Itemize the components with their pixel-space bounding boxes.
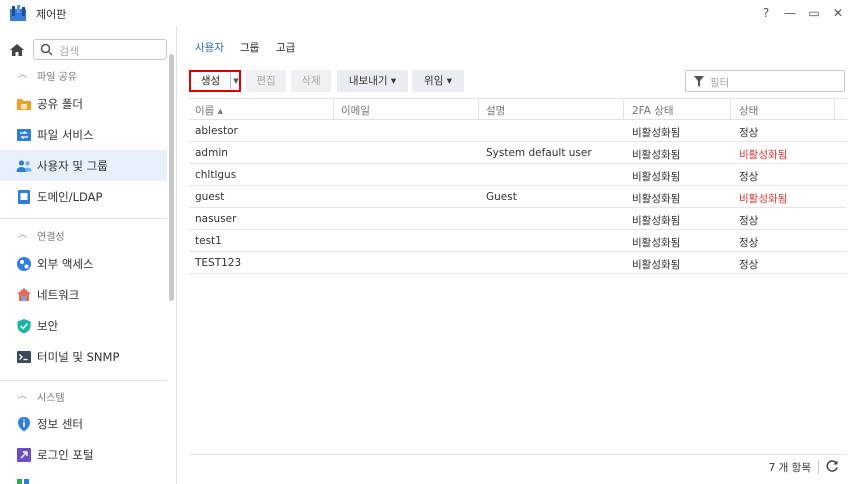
tab-advanced[interactable]: 고급 bbox=[276, 40, 295, 55]
toolbar: 생성 ▼ 편집 삭제 내보내기 ▾ 위임 ▾ 필터 bbox=[189, 70, 849, 92]
table-header: 이름 ▴ 이메일 설명 2FA 상태 상태 bbox=[189, 98, 847, 120]
sidebar-search-input[interactable]: 검색 bbox=[33, 39, 167, 60]
table-row[interactable]: nasuser 비활성화됨 정상 bbox=[189, 208, 847, 230]
filter-icon bbox=[694, 76, 704, 87]
file-services-icon bbox=[17, 129, 31, 141]
delete-button[interactable]: 삭제 bbox=[291, 70, 331, 92]
terminal-icon bbox=[17, 351, 31, 363]
filter-input[interactable]: 필터 bbox=[685, 70, 845, 92]
sidebar-item-shared-folder[interactable]: 공유 폴더 bbox=[0, 88, 167, 119]
sidebar-item-info-center[interactable]: 정보 센터 bbox=[0, 408, 167, 439]
column-header-name[interactable]: 이름 ▴ bbox=[195, 103, 223, 118]
close-button[interactable]: ✕ bbox=[828, 3, 848, 23]
window-title: 제어판 bbox=[36, 8, 67, 21]
sidebar-item-external-access[interactable]: 외부 액세스 bbox=[0, 248, 167, 279]
tab-users[interactable]: 사용자 bbox=[195, 40, 224, 55]
chevron-down-icon[interactable]: ▼ bbox=[232, 73, 240, 89]
domain-ldap-icon bbox=[18, 190, 30, 204]
table-row[interactable]: TEST123 비활성화됨 정상 bbox=[189, 252, 847, 274]
help-button[interactable]: ? bbox=[756, 3, 776, 23]
column-separator[interactable] bbox=[478, 99, 479, 120]
sidebar: 검색 ︿ 파일 공유 공유 폴더 파일 서비스 사용자 및 그룹 도메인/LDA… bbox=[0, 26, 177, 484]
tab-groups[interactable]: 그룹 bbox=[240, 40, 259, 55]
filter-placeholder: 필터 bbox=[710, 77, 730, 89]
network-icon bbox=[17, 288, 31, 301]
minimize-button[interactable]: — bbox=[780, 3, 800, 23]
sidebar-item-users-groups[interactable]: 사용자 및 그룹 bbox=[0, 150, 167, 181]
maximize-button[interactable]: ▭ bbox=[804, 3, 824, 23]
sidebar-item-file-services[interactable]: 파일 서비스 bbox=[0, 119, 167, 150]
column-header-description[interactable]: 설명 bbox=[486, 103, 505, 118]
users-groups-icon bbox=[16, 160, 32, 172]
column-header-2fa-status[interactable]: 2FA 상태 bbox=[632, 103, 674, 118]
delegate-button[interactable]: 위임 ▾ bbox=[412, 70, 464, 92]
sidebar-section-connectivity[interactable]: ︿ 연결성 bbox=[0, 225, 176, 245]
create-button-group: 생성 ▼ bbox=[189, 70, 241, 92]
table-row[interactable]: chltlgus 비활성화됨 정상 bbox=[189, 164, 847, 186]
edit-button[interactable]: 편집 bbox=[246, 70, 286, 92]
table-row[interactable]: admin System default user 비활성화됨 비활성화됨 bbox=[189, 142, 847, 164]
table-row[interactable]: test1 비활성화됨 정상 bbox=[189, 230, 847, 252]
sidebar-divider bbox=[0, 380, 167, 381]
column-separator[interactable] bbox=[333, 99, 334, 120]
home-icon[interactable] bbox=[6, 40, 28, 60]
button-divider bbox=[230, 73, 231, 89]
chevron-up-icon: ︿ bbox=[18, 70, 28, 80]
sidebar-item-login-portal[interactable]: 로그인 포털 bbox=[0, 439, 167, 470]
column-separator[interactable] bbox=[623, 99, 624, 120]
users-table: 이름 ▴ 이메일 설명 2FA 상태 상태 ablestor 비활성화됨 정상 … bbox=[189, 98, 847, 476]
column-separator[interactable] bbox=[834, 99, 835, 120]
table-row[interactable]: guest Guest 비활성화됨 비활성화됨 bbox=[189, 186, 847, 208]
create-button[interactable]: 생성 bbox=[192, 73, 229, 89]
refresh-icon[interactable] bbox=[825, 459, 839, 473]
shield-icon bbox=[17, 319, 31, 334]
partial-sidebar-icon bbox=[17, 479, 29, 484]
sidebar-divider bbox=[0, 218, 167, 219]
sidebar-section-file-sharing[interactable]: ︿ 파일 공유 bbox=[0, 65, 176, 85]
column-header-email[interactable]: 이메일 bbox=[341, 103, 370, 118]
login-portal-icon bbox=[17, 448, 31, 462]
sidebar-item-security[interactable]: 보안 bbox=[0, 310, 167, 341]
title-bar: 제어판 ? — ▭ ✕ bbox=[0, 0, 858, 26]
item-count: 7 개 항목 bbox=[768, 462, 811, 474]
folder-share-icon bbox=[17, 99, 31, 110]
chevron-up-icon: ︿ bbox=[18, 230, 28, 240]
sidebar-section-system[interactable]: ︿ 시스템 bbox=[0, 386, 176, 406]
column-header-status[interactable]: 상태 bbox=[739, 103, 758, 118]
search-icon bbox=[40, 43, 53, 56]
export-button[interactable]: 내보내기 ▾ bbox=[337, 70, 408, 92]
table-footer: 7 개 항목 bbox=[189, 454, 847, 478]
control-panel-app-icon bbox=[10, 5, 26, 21]
sidebar-item-terminal-snmp[interactable]: 터미널 및 SNMP bbox=[0, 341, 167, 372]
search-placeholder: 검색 bbox=[59, 45, 80, 58]
footer-divider bbox=[818, 460, 819, 474]
info-center-icon bbox=[18, 417, 30, 432]
table-row[interactable]: ablestor 비활성화됨 정상 bbox=[189, 120, 847, 142]
sidebar-item-network[interactable]: 네트워크 bbox=[0, 279, 167, 310]
sidebar-scrollbar[interactable] bbox=[169, 54, 174, 301]
sidebar-item-domain-ldap[interactable]: 도메인/LDAP bbox=[0, 181, 167, 212]
chevron-up-icon: ︿ bbox=[18, 391, 28, 401]
external-access-icon bbox=[17, 257, 31, 271]
column-separator[interactable] bbox=[730, 99, 731, 120]
